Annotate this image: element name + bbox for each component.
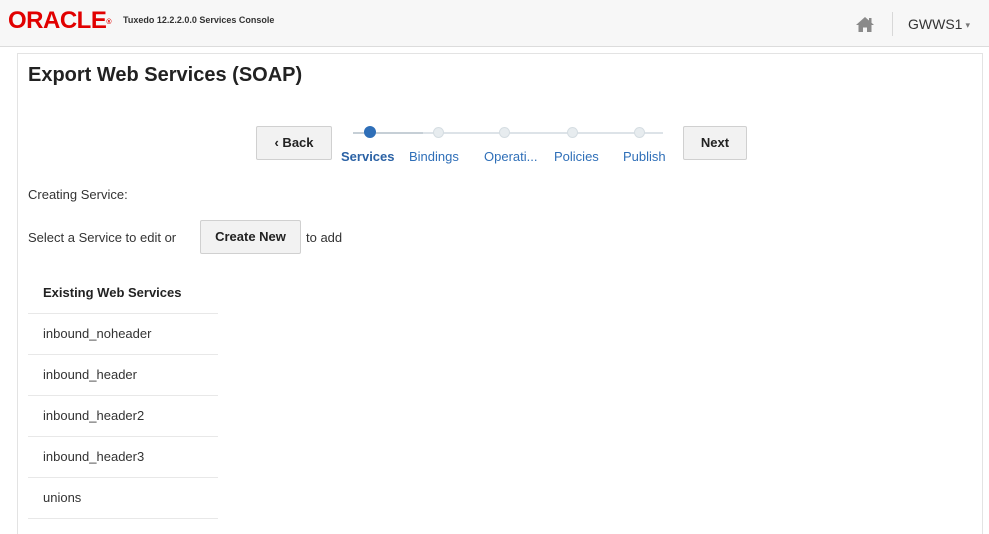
select-service-text: Select a Service to edit or — [28, 230, 177, 245]
train-stop-bindings[interactable] — [433, 127, 444, 138]
header-divider — [892, 12, 893, 36]
step-label-services[interactable]: Services — [341, 149, 395, 164]
user-menu[interactable]: GWWS1 ▾ — [908, 16, 970, 32]
user-name[interactable]: GWWS1 — [908, 16, 962, 32]
list-item[interactable]: unions — [28, 478, 218, 519]
oracle-logo: ORACLE® — [8, 7, 112, 34]
existing-services-list: Existing Web Services inbound_noheader i… — [28, 272, 218, 519]
wizard-train: Services Bindings Operati... Policies Pu… — [341, 126, 681, 170]
create-new-button[interactable]: Create New — [200, 220, 301, 254]
step-label-bindings[interactable]: Bindings — [409, 149, 459, 164]
product-name: Tuxedo 12.2.2.0.0 Services Console — [123, 15, 275, 25]
step-label-policies[interactable]: Policies — [554, 149, 599, 164]
home-icon[interactable] — [852, 13, 878, 35]
train-stop-services[interactable] — [364, 126, 376, 138]
train-stop-policies[interactable] — [567, 127, 578, 138]
page-title: Export Web Services (SOAP) — [28, 64, 303, 86]
step-label-publish[interactable]: Publish — [623, 149, 666, 164]
chevron-down-icon[interactable]: ▾ — [965, 20, 970, 30]
train-connector — [423, 132, 663, 134]
list-item[interactable]: inbound_header3 — [28, 437, 218, 478]
list-item[interactable]: inbound_header — [28, 355, 218, 396]
top-bar: ORACLE® Tuxedo 12.2.2.0.0 Services Conso… — [0, 0, 989, 47]
back-button[interactable]: ‹ Back — [256, 126, 332, 160]
train-stop-operations[interactable] — [499, 127, 510, 138]
list-item[interactable]: inbound_noheader — [28, 314, 218, 355]
creating-service-label: Creating Service: — [28, 187, 128, 202]
step-label-operations[interactable]: Operati... — [484, 149, 537, 164]
train-stop-publish[interactable] — [634, 127, 645, 138]
list-item[interactable]: inbound_header2 — [28, 396, 218, 437]
main-panel: Export Web Services (SOAP) ‹ Back Servic… — [17, 53, 983, 534]
next-button[interactable]: Next — [683, 126, 747, 160]
list-header: Existing Web Services — [28, 272, 218, 314]
to-add-text: to add — [306, 230, 343, 245]
